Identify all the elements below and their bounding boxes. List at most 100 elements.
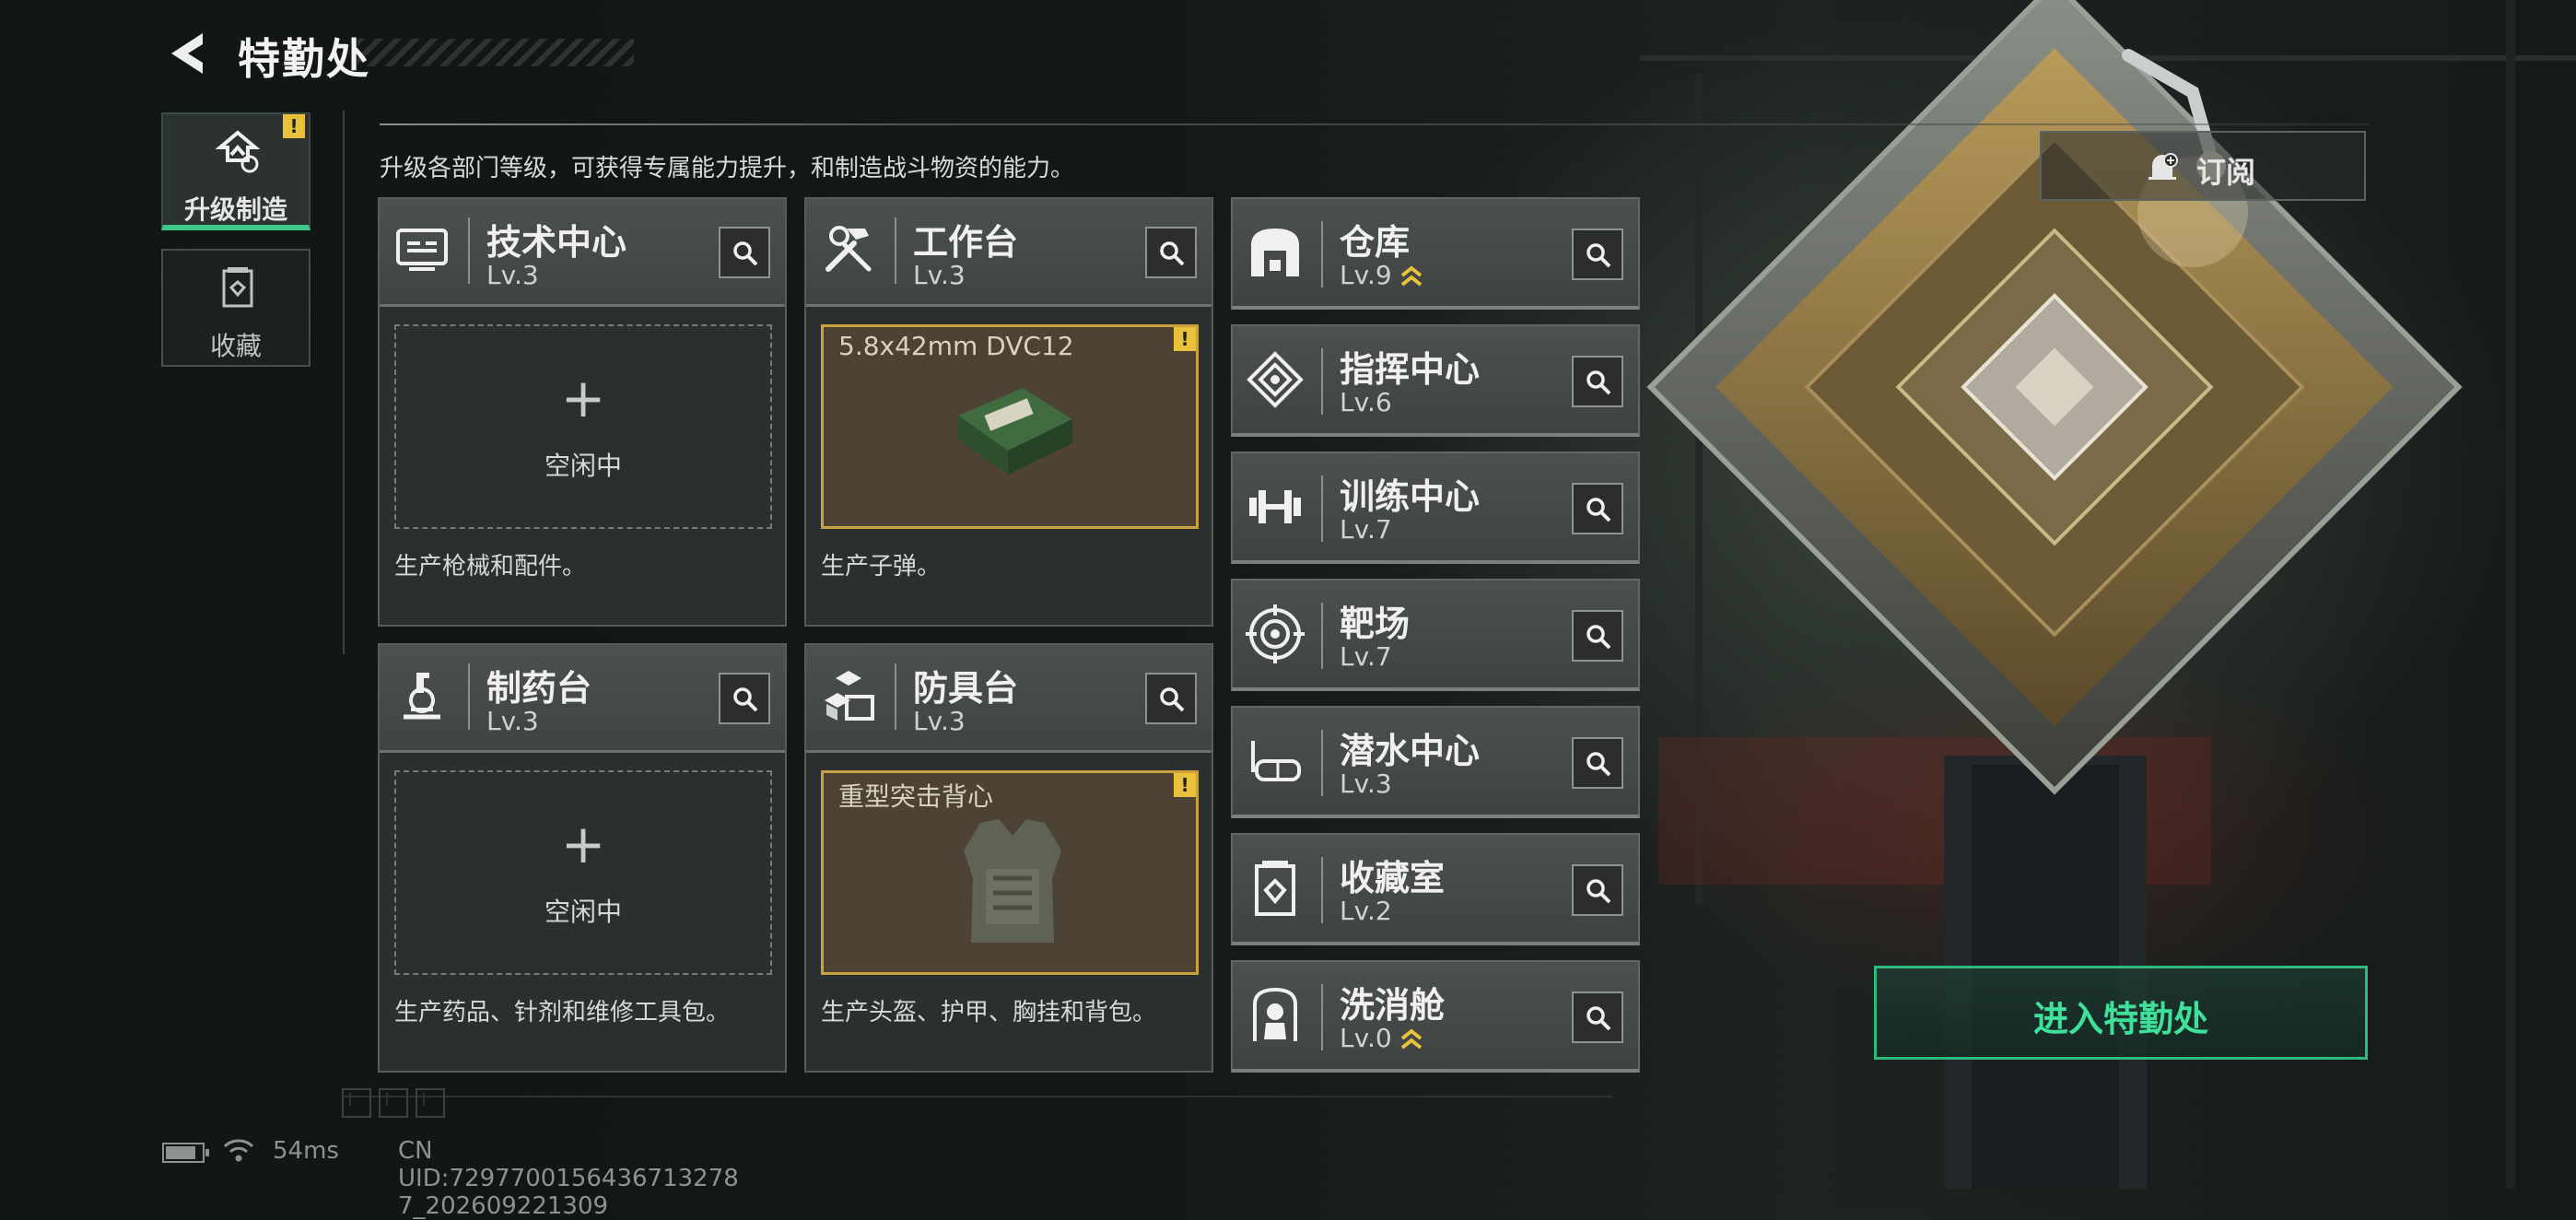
subscribe-label: 订阅 — [2196, 155, 2256, 190]
collection-room-icon — [1255, 861, 1295, 916]
card-header[interactable]: 防具台 Lv.3 — [806, 645, 1212, 753]
department-card-training-center[interactable]: 训练中心 Lv.7 — [1231, 452, 1640, 564]
search-icon — [1587, 1006, 1611, 1031]
department-level: Lv.6 — [1340, 387, 1392, 417]
armor-blocks-icon — [825, 671, 874, 721]
title-stripe-decoration — [357, 39, 634, 66]
divider-line — [343, 111, 345, 654]
department-level: Lv.3 — [486, 260, 539, 290]
enter-special-ops-button[interactable]: 进入特勤处 — [1874, 966, 2368, 1060]
search-icon — [1587, 879, 1611, 904]
level-up-icon — [1400, 1028, 1422, 1050]
search-button[interactable] — [719, 673, 770, 724]
card-description: 生产枪械和配件。 — [394, 553, 587, 581]
production-slot-item[interactable]: 重型突击背心 ! — [821, 770, 1199, 975]
department-name: 潜水中心 — [1340, 731, 1481, 771]
search-button[interactable] — [1572, 356, 1623, 407]
decontamination-icon — [1253, 987, 1297, 1041]
production-slot-item[interactable]: 5.8x42mm DVC12 ! — [821, 324, 1199, 529]
production-slot-empty[interactable]: + 空闲中 — [394, 770, 772, 975]
bell-icon — [2149, 153, 2178, 180]
add-icon: + — [560, 813, 606, 875]
alert-badge: ! — [1174, 327, 1196, 351]
search-icon — [733, 241, 758, 266]
search-button[interactable] — [1572, 864, 1623, 916]
alert-badge: ! — [1174, 773, 1196, 797]
production-slot-empty[interactable]: + 空闲中 — [394, 324, 772, 529]
ping-value: 54ms — [273, 1137, 339, 1165]
level-up-icon — [1400, 265, 1422, 287]
department-level: Lv.0 — [1340, 1023, 1392, 1053]
department-card-shooting-range[interactable]: 靶场 Lv.7 — [1231, 579, 1640, 691]
tab-upgrade-manufacture[interactable]: 升级制造 ! — [161, 112, 310, 230]
department-level-row: Lv.9 — [1340, 260, 1423, 290]
card-divider — [1321, 730, 1323, 796]
card-divider — [1321, 984, 1323, 1050]
department-card-diving-center[interactable]: 潜水中心 Lv.3 — [1231, 706, 1640, 818]
card-description: 生产药品、针剂和维修工具包。 — [394, 999, 731, 1026]
search-icon — [1160, 687, 1185, 712]
card-divider — [895, 217, 896, 284]
add-icon: + — [560, 367, 606, 429]
department-level-row: Lv.0 — [1340, 1023, 1423, 1053]
card-header[interactable]: 工作台 Lv.3 — [806, 199, 1212, 307]
search-icon — [1587, 752, 1611, 777]
card-description: 生产子弹。 — [821, 553, 942, 581]
search-icon — [1587, 625, 1611, 650]
search-button[interactable] — [1572, 483, 1623, 534]
dumbbell-icon — [1249, 490, 1301, 523]
header-rule — [380, 123, 2370, 125]
department-name: 指挥中心 — [1340, 349, 1481, 390]
workstation-card-armor: 防具台 Lv.3 重型突击背心 ! 生产头盔、护甲、胸挂和背包。 — [804, 643, 1213, 1073]
department-name: 技术中心 — [486, 222, 627, 263]
description-text: 升级各部门等级，可获得专属能力提升，和制造战斗物资的能力。 — [380, 155, 1075, 182]
workstation-card-tech-center: 技术中心 Lv.3 + 空闲中 生产枪械和配件。 — [378, 197, 787, 627]
tab-label: 收藏 — [209, 331, 262, 361]
item-name: 重型突击背心 — [838, 781, 994, 812]
card-divider — [1321, 475, 1323, 542]
department-card-collection-room[interactable]: 收藏室 Lv.2 — [1231, 833, 1640, 945]
card-divider — [1321, 857, 1323, 923]
department-level: Lv.7 — [1340, 641, 1392, 672]
target-icon — [1246, 604, 1305, 663]
card-divider — [468, 217, 470, 284]
card-divider — [468, 663, 470, 730]
back-button[interactable] — [162, 28, 214, 79]
card-header[interactable]: 技术中心 Lv.3 — [380, 199, 785, 307]
department-card-command-center[interactable]: 指挥中心 Lv.6 — [1231, 324, 1640, 437]
department-name: 制药台 — [486, 668, 592, 709]
department-name: 工作台 — [913, 222, 1019, 263]
search-icon — [733, 687, 758, 712]
card-divider — [1321, 348, 1323, 415]
user-uid: CN UID:7297700156436713278​7_20260922130… — [398, 1137, 739, 1220]
department-name: 防具台 — [913, 668, 1019, 709]
subscribe-button[interactable]: 订阅 — [2040, 131, 2366, 201]
search-button[interactable] — [1572, 737, 1623, 789]
tab-collection[interactable]: 收藏 — [161, 249, 310, 367]
department-card-warehouse[interactable]: 仓库 Lv.9 — [1231, 197, 1640, 310]
back-arrow-icon — [171, 33, 203, 74]
diving-mask-icon — [1251, 741, 1301, 781]
department-level: Lv.3 — [913, 706, 966, 736]
slot-status: 空闲中 — [544, 897, 622, 927]
search-button[interactable] — [719, 227, 770, 278]
search-button[interactable] — [1572, 229, 1623, 280]
page-title: 特勤处 — [238, 34, 370, 84]
enter-button-label: 进入特勤处 — [2032, 999, 2208, 1039]
department-level: Lv.3 — [486, 706, 539, 736]
search-button[interactable] — [1145, 227, 1197, 278]
item-name: 5.8x42mm DVC12 — [838, 331, 1074, 361]
microscope-icon — [404, 673, 440, 720]
department-level: Lv.3 — [1340, 768, 1392, 799]
search-icon — [1587, 370, 1611, 395]
department-card-decontamination[interactable]: 洗消舱 Lv.0 — [1231, 960, 1640, 1073]
department-level: Lv.9 — [1340, 260, 1392, 290]
battery-icon — [162, 1143, 209, 1163]
card-header[interactable]: 制药台 Lv.3 — [380, 645, 785, 753]
search-button[interactable] — [1145, 673, 1197, 724]
alert-badge: ! — [283, 114, 305, 138]
department-name: 仓库 — [1340, 222, 1411, 263]
search-button[interactable] — [1572, 991, 1623, 1043]
search-button[interactable] — [1572, 610, 1623, 662]
search-icon — [1160, 241, 1185, 266]
